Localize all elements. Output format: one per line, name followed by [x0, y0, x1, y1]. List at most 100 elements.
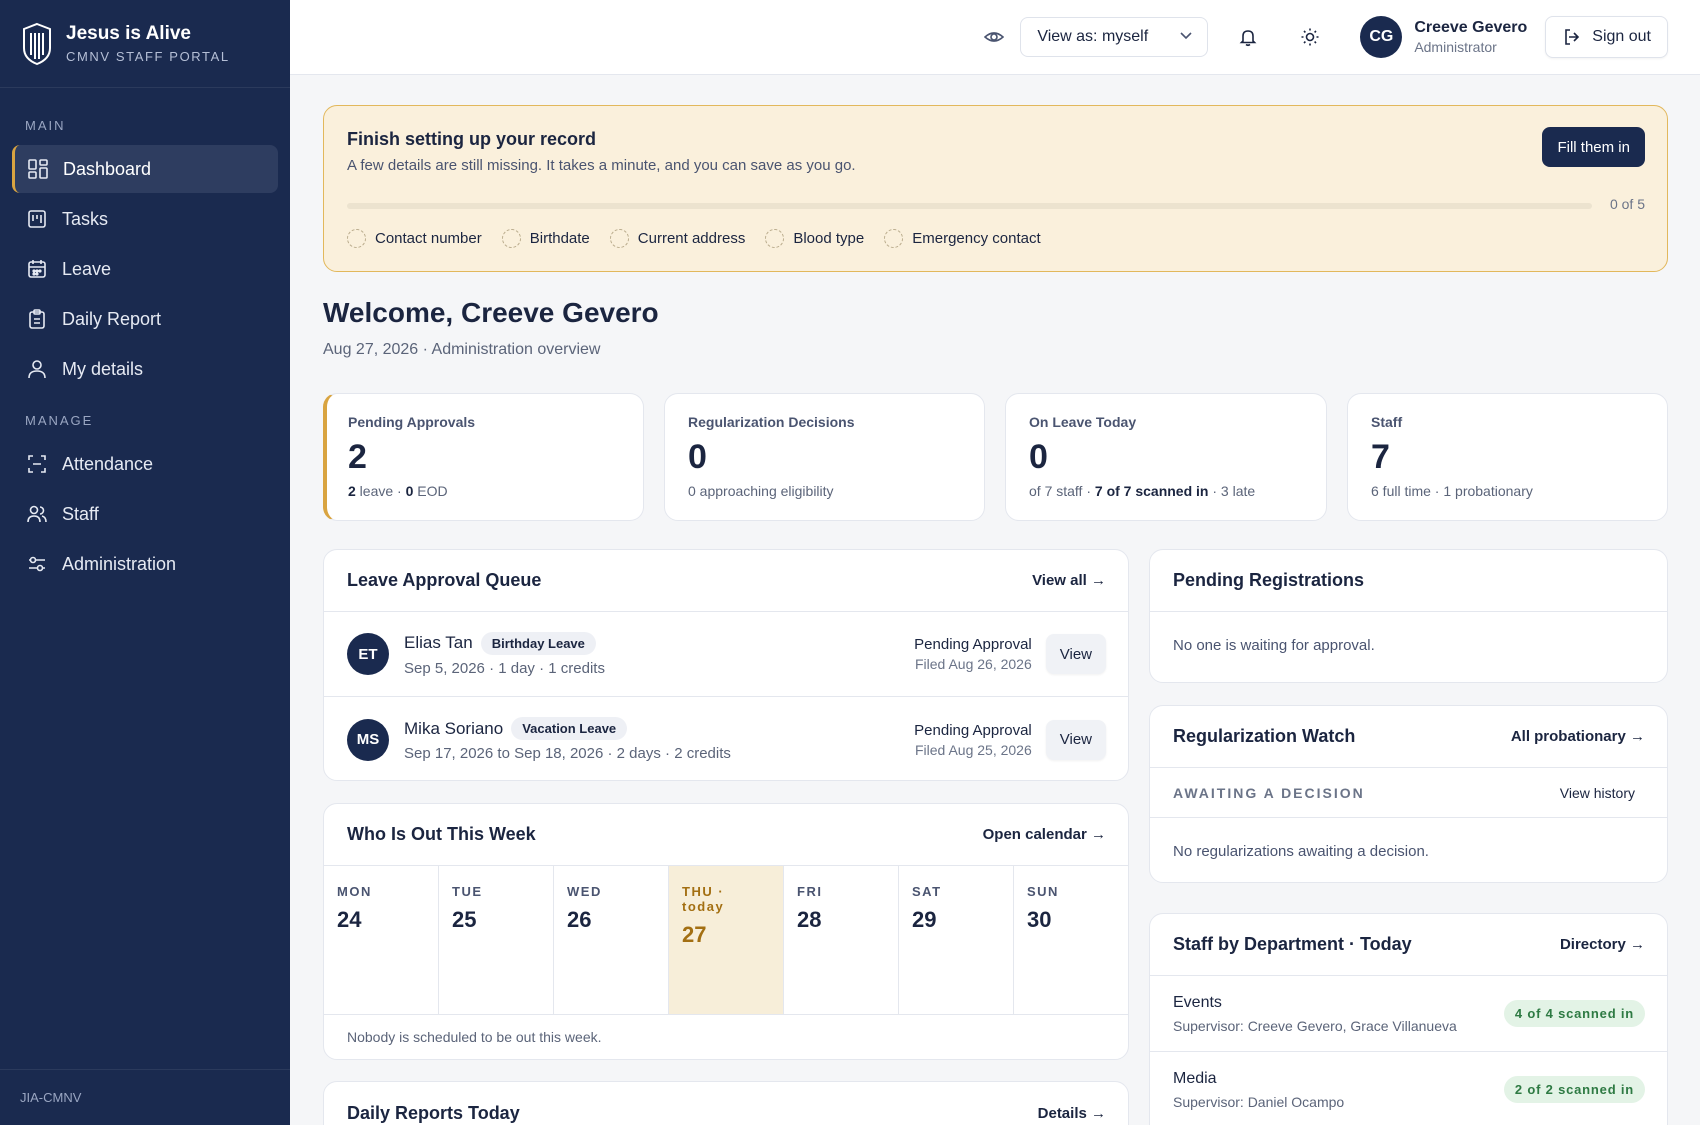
stat-value: 0 [688, 438, 707, 476]
sidebar-item-dashboard[interactable]: Dashboard [12, 145, 278, 193]
sidebar-item-my-details[interactable]: My details [12, 345, 278, 393]
checklist-label: Contact number [375, 230, 482, 247]
stat-sub: 0 approaching eligibility [688, 483, 834, 499]
sidebar-item-tasks[interactable]: Tasks [12, 195, 278, 243]
stat-value: 0 [1029, 438, 1048, 476]
avatar: MS [347, 718, 389, 761]
sidebar-item-leave[interactable]: Leave [12, 245, 278, 293]
day-cell[interactable]: WED 26 [554, 866, 669, 1014]
day-cell[interactable]: MON 24 [324, 866, 439, 1014]
department-supervisor: Supervisor: Daniel Ocampo [1173, 1093, 1345, 1110]
calendar-icon [26, 258, 48, 280]
day-number: 27 [682, 922, 707, 947]
view-button[interactable]: View [1045, 634, 1106, 674]
empty-circle-icon [347, 229, 366, 248]
nav-section-main: MAIN [25, 118, 66, 133]
sidebar-item-administration[interactable]: Administration [12, 540, 278, 588]
department-name: Events [1173, 993, 1222, 1011]
day-number: 30 [1027, 907, 1052, 932]
stat-sub-text: of 7 staff · [1029, 483, 1095, 499]
panel-header: Daily Reports Today Details → [324, 1082, 1128, 1125]
day-cell[interactable]: TUE 25 [439, 866, 554, 1014]
day-cell[interactable]: SUN 30 [1014, 866, 1128, 1014]
department-row[interactable]: Media Supervisor: Daniel Ocampo 2 of 2 s… [1150, 1052, 1667, 1125]
stat-label: Pending Approvals [348, 414, 476, 430]
day-name: THU · today [682, 884, 725, 914]
directory-link[interactable]: Directory → [1560, 936, 1645, 953]
stat-regularization-decisions[interactable]: Regularization Decisions 0 0 approaching… [664, 393, 985, 521]
user-role: Administrator [1414, 39, 1497, 55]
setup-record-card: Finish setting up your record A few deta… [323, 105, 1668, 272]
checklist-label: Current address [637, 230, 746, 247]
day-number: 25 [452, 907, 477, 932]
setup-title: Finish setting up your record [347, 129, 597, 149]
chevron-down-icon [1179, 28, 1193, 47]
dashboard-icon [27, 158, 49, 180]
leave-info: Mika Soriano Vacation Leave Sep 17, 2026 … [404, 717, 914, 762]
day-name: FRI [797, 884, 823, 899]
checklist-item-current-address[interactable]: Current address [609, 229, 746, 248]
leave-type-badge: Vacation Leave [511, 717, 628, 740]
employee-name: Mika Soriano [404, 718, 504, 738]
scan-icon [26, 453, 48, 475]
pending-registrations: Pending Registrations No one is waiting … [1149, 549, 1668, 683]
sidebar-item-staff[interactable]: Staff [12, 490, 278, 538]
panel-header: Leave Approval Queue View all → [324, 550, 1128, 612]
filed-date: Filed Aug 25, 2026 [914, 741, 1032, 758]
stat-pending-approvals[interactable]: Pending Approvals 2 2 leave · 0 EOD [323, 393, 644, 521]
subheader-label: AWAITING A DECISION [1173, 784, 1365, 801]
view-button[interactable]: View [1045, 719, 1106, 760]
sun-icon[interactable] [1298, 25, 1322, 49]
panel-title: Staff by Department · Today [1173, 934, 1412, 954]
checklist-item-birthdate[interactable]: Birthdate [501, 229, 590, 248]
sidebar-item-attendance[interactable]: Attendance [12, 440, 278, 488]
panel-title: Daily Reports Today [347, 1102, 520, 1123]
day-number: 29 [912, 907, 937, 932]
open-calendar-link[interactable]: Open calendar → [983, 826, 1106, 843]
stat-sub-number: 2 [348, 483, 356, 499]
all-probationary-link[interactable]: All probationary → [1511, 728, 1645, 745]
day-number: 24 [337, 907, 362, 932]
day-number: 28 [797, 907, 822, 932]
day-name: MON [337, 884, 372, 899]
stat-on-leave-today[interactable]: On Leave Today 0 of 7 staff · 7 of 7 sca… [1005, 393, 1327, 521]
day-cell-today[interactable]: THU · today 27 [669, 866, 784, 1014]
sign-out-label: Sign out [1592, 28, 1651, 45]
day-name: WED [567, 884, 602, 899]
leave-approval-queue: Leave Approval Queue View all → ET Elias… [323, 549, 1129, 781]
bell-icon[interactable] [1236, 25, 1260, 49]
panel-header: Regularization Watch All probationary → [1150, 706, 1667, 768]
day-name: SUN [1027, 884, 1059, 899]
status-text: Pending Approval [914, 721, 1032, 739]
setup-description: A few details are still missing. It take… [347, 157, 856, 174]
week-grid: MON 24 TUE 25 WED 26 THU · today 27 FRI 28 SA… [324, 866, 1128, 1015]
leave-detail: Sep 5, 2026 · 1 day · 1 credits [404, 659, 605, 677]
checklist-item-contact-number[interactable]: Contact number [347, 229, 482, 248]
view-all-link[interactable]: View all → [1032, 572, 1106, 589]
view-as-select[interactable]: View as: myself [1020, 17, 1209, 57]
leave-info: Elias Tan Birthday Leave Sep 5, 2026 · 1 … [404, 631, 914, 677]
status-badge: 4 of 4 scanned in [1503, 1000, 1645, 1027]
details-link[interactable]: Details → [1038, 1105, 1106, 1122]
sign-out-button[interactable]: Sign out [1545, 16, 1668, 58]
checklist-item-emergency-contact[interactable]: Emergency contact [884, 229, 1041, 248]
user-icon [26, 358, 48, 380]
view-history-link[interactable]: View history [1560, 785, 1635, 801]
day-cell[interactable]: FRI 28 [784, 866, 899, 1014]
stat-label: On Leave Today [1029, 414, 1137, 430]
department-supervisor: Supervisor: Creeve Gevero, Grace Villanu… [1173, 1017, 1457, 1034]
checklist-item-blood-type[interactable]: Blood type [765, 229, 864, 248]
department-name: Media [1173, 1069, 1217, 1087]
day-cell[interactable]: SAT 29 [899, 866, 1014, 1014]
empty-circle-icon [501, 229, 521, 248]
day-name: TUE [452, 884, 483, 899]
day-name: SAT [912, 884, 942, 899]
stat-sub-text: · 3 late [1208, 483, 1256, 499]
stat-staff[interactable]: Staff 7 6 full time · 1 probationary [1347, 393, 1668, 521]
fill-them-in-button[interactable]: Fill them in [1542, 127, 1645, 167]
eye-icon[interactable] [982, 25, 1006, 49]
avatar[interactable]: CG [1360, 16, 1403, 58]
sidebar-footer: JIA-CMNV [0, 1069, 290, 1125]
sidebar-item-daily-report[interactable]: Daily Report [12, 295, 278, 343]
department-row[interactable]: Events Supervisor: Creeve Gevero, Grace … [1150, 976, 1667, 1052]
